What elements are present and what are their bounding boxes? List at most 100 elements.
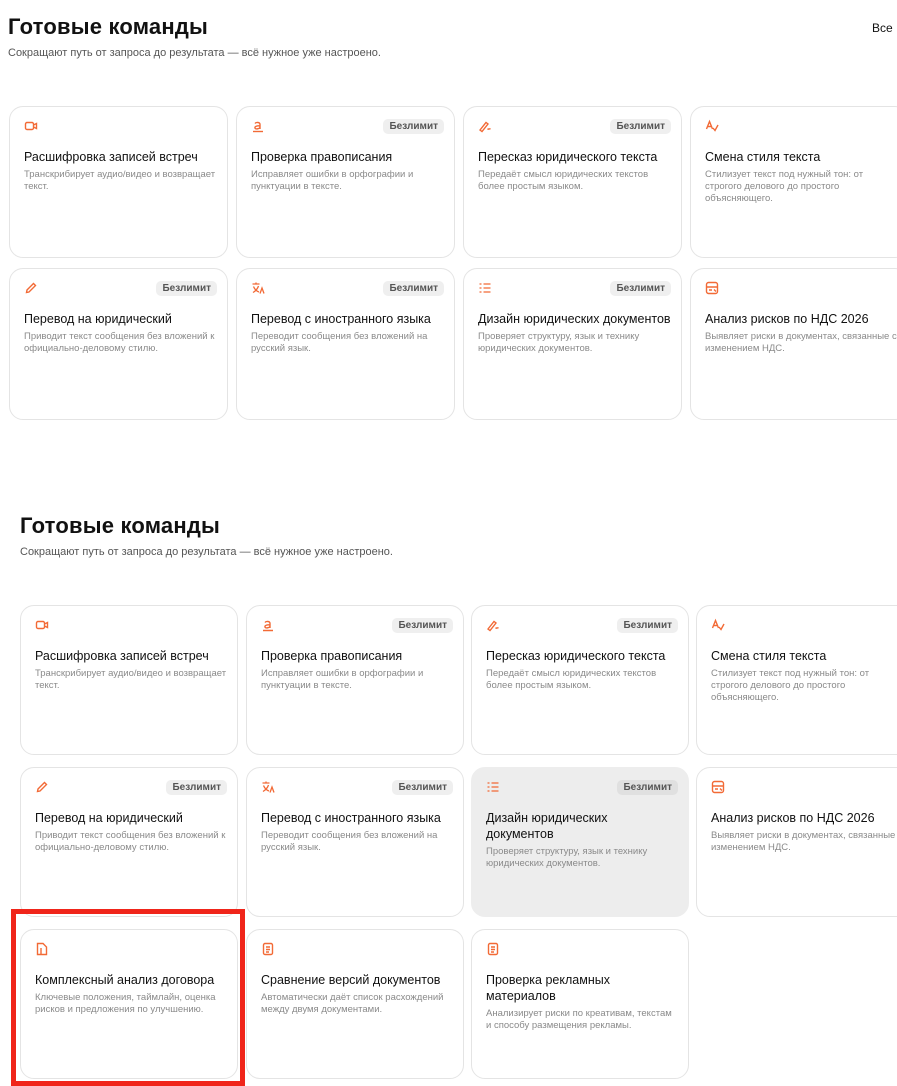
command-title-text: Смена стиля текста [711,649,827,663]
command-title-text: Перевод с иностранного языка [251,312,431,326]
unlimited-badge: Безлимит [617,780,678,795]
command-description: Транскрибирует аудио/видео и возвращает … [24,169,216,192]
section-subtitle-bottom: Сокращают путь от запроса до результата … [20,546,393,558]
checklist-icon [478,281,492,295]
command-description: Стилизует текст под нужный тон: от строг… [705,169,864,204]
command-title: Расшифровка записей встреч Транскрибирует… [35,648,227,692]
command-title-text: Дизайн юридических документов [486,811,608,841]
command-card[interactable]: Проверка рекламных материалов Анализирует… [471,929,689,1079]
command-title-text: Проверка рекламных материалов [486,973,610,1003]
command-title-text: Смена стиля текста [705,150,821,164]
command-title-text: Проверка правописания [251,150,393,164]
command-title-text: Анализ рисков по НДС 2026 [711,811,875,825]
command-description: Передаёт смысл юридических текстов более… [486,668,657,691]
command-title-text: Расшифровка записей встреч [24,150,198,164]
command-card[interactable]: Расшифровка записей встреч Транскрибирует… [20,605,238,755]
unlimited-badge: Безлимит [383,281,444,296]
command-description: Передаёт смысл юридических текстов более… [478,169,649,192]
unlimited-badge: Безлимит [610,119,671,134]
command-card[interactable]: Безлимит Перевод на юридический Приводит т… [20,767,238,917]
command-title-text: Пересказ юридического текста [478,150,658,164]
command-description: Проверяет структуру, язык и технику юрид… [486,846,648,869]
command-card[interactable]: Безлимит Проверка правописания Исправляет … [236,106,455,258]
command-title-text: Пересказ юридического текста [486,649,666,663]
command-card[interactable]: Анализ рисков по НДС 2026 Выявляет риски … [696,767,897,917]
unlimited-badge: Безлимит [156,281,217,296]
command-description: Автоматически даёт список расхождений ме… [261,992,444,1015]
pencil-icon [35,780,49,794]
document-icon [486,942,500,956]
document-icon [261,942,275,956]
command-card[interactable]: Сравнение версий документов Автоматически… [246,929,464,1079]
unlimited-badge: Безлимит [617,618,678,633]
command-title: Анализ рисков по НДС 2026 Выявляет риски … [711,810,897,854]
highlight-box [11,909,245,1086]
command-title-text: Перевод с иностранного языка [261,811,441,825]
command-title: Перевод на юридический Приводит текст соо… [35,810,227,854]
command-description: Исправляет ошибки в орфографии и пунктуа… [261,668,424,691]
command-description: Переводит сообщения без вложений на русс… [261,830,438,853]
command-title: Смена стиля текста Стилизует текст под ну… [711,648,897,704]
command-description: Выявляет риски в документах, связанные с… [711,830,897,853]
command-title: Проверка правописания Исправляет ошибки в… [261,648,453,692]
command-card[interactable]: Безлимит Дизайн юридических документов Про… [471,767,689,917]
unlimited-badge: Безлимит [166,780,227,795]
command-description: Исправляет ошибки в орфографии и пунктуа… [251,169,414,192]
command-title: Перевод с иностранного языка Переводит со… [261,810,453,854]
command-title: Смена стиля текста Стилизует текст под ну… [705,149,897,205]
command-title: Расшифровка записей встреч Транскрибирует… [24,149,217,193]
translate-icon [251,281,265,295]
command-card[interactable]: Безлимит Перевод с иностранного языка Пере… [236,268,455,420]
command-title: Анализ рисков по НДС 2026 Выявляет риски … [705,311,897,355]
translate-icon [261,780,275,794]
command-title: Пересказ юридического текста Передаёт смы… [478,149,671,193]
command-title: Проверка правописания Исправляет ошибки в… [251,149,444,193]
command-description: Транскрибирует аудио/видео и возвращает … [35,668,227,691]
command-title: Дизайн юридических документов Проверяет с… [478,311,671,355]
command-card[interactable]: Анализ рисков по НДС 2026 Выявляет риски … [690,268,897,420]
command-card[interactable]: Смена стиля текста Стилизует текст под ну… [690,106,897,258]
command-title-text: Дизайн юридических документов [478,312,671,326]
command-title: Пересказ юридического текста Передаёт смы… [486,648,678,692]
section-subtitle-top: Сокращают путь от запроса до результата … [8,47,381,59]
command-title: Сравнение версий документов Автоматически… [261,972,453,1016]
command-card[interactable]: Безлимит Перевод на юридический Приводит т… [9,268,228,420]
all-commands-link[interactable]: Все [872,21,893,35]
tax-doc-icon [705,281,719,295]
command-card[interactable]: Безлимит Пересказ юридического текста Пере… [463,106,682,258]
command-title: Перевод на юридический Приводит текст соо… [24,311,217,355]
command-description: Стилизует текст под нужный тон: от строг… [711,668,870,703]
pen-icon [486,618,500,632]
section-title-top: Готовые команды [8,14,208,39]
unlimited-badge: Безлимит [383,119,444,134]
command-description: Переводит сообщения без вложений на русс… [251,331,428,354]
spellcheck-icon [251,119,265,133]
pen-icon [478,119,492,133]
command-title: Перевод с иностранного языка Переводит со… [251,311,444,355]
command-description: Анализирует риски по креативам, текстам … [486,1008,672,1031]
command-card[interactable]: Безлимит Проверка правописания Исправляет … [246,605,464,755]
command-description: Приводит текст сообщения без вложений к … [24,331,215,354]
command-description: Выявляет риски в документах, связанные с… [705,331,897,354]
command-title-text: Перевод на юридический [24,312,172,326]
command-card[interactable]: Безлимит Пересказ юридического текста Пере… [471,605,689,755]
unlimited-badge: Безлимит [392,780,453,795]
command-title-text: Расшифровка записей встреч [35,649,209,663]
unlimited-badge: Безлимит [392,618,453,633]
command-description: Проверяет структуру, язык и технику юрид… [478,331,640,354]
command-description: Приводит текст сообщения без вложений к … [35,830,226,853]
command-title: Дизайн юридических документов Проверяет с… [486,810,678,870]
pencil-icon [24,281,38,295]
command-card[interactable]: Расшифровка записей встреч Транскрибирует… [9,106,228,258]
checklist-icon [486,780,500,794]
command-title: Проверка рекламных материалов Анализирует… [486,972,678,1032]
text-style-icon [711,618,725,632]
unlimited-badge: Безлимит [610,281,671,296]
command-title-text: Сравнение версий документов [261,973,441,987]
video-icon [35,618,49,632]
command-title-text: Анализ рисков по НДС 2026 [705,312,869,326]
command-card[interactable]: Безлимит Перевод с иностранного языка Пере… [246,767,464,917]
text-style-icon [705,119,719,133]
command-card[interactable]: Смена стиля текста Стилизует текст под ну… [696,605,897,755]
command-card[interactable]: Безлимит Дизайн юридических документов Про… [463,268,682,420]
